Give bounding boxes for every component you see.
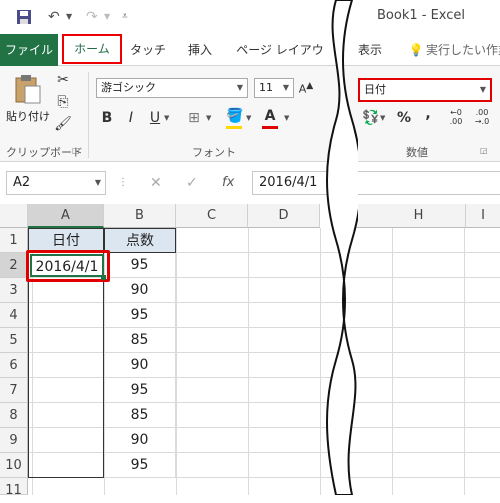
paste-button[interactable]: 貼り付け [6, 108, 50, 124]
chevron-down-icon[interactable]: ▼ [284, 114, 289, 122]
cell-b4[interactable]: 95 [104, 303, 176, 328]
window-title: Book1 - Excel [377, 8, 466, 23]
worksheet-grid[interactable]: A B C D H I 1 2 3 4 5 6 7 8 9 10 11 日付 点… [0, 204, 500, 498]
increase-font-icon[interactable]: A▲ [298, 80, 314, 96]
column-header-i[interactable]: I [466, 204, 500, 228]
row-header[interactable]: 3 [0, 278, 28, 303]
chevron-down-icon[interactable]: ▼ [380, 114, 385, 122]
row-header[interactable]: 9 [0, 428, 28, 453]
borders-icon[interactable]: ⊞ [186, 110, 202, 126]
number-launcher-icon[interactable]: ◲ [480, 146, 488, 155]
insert-function-button[interactable]: fx [222, 175, 234, 190]
number-format-dropdown[interactable]: 日付 ▼ [358, 78, 492, 102]
column-header-d[interactable]: D [248, 204, 320, 228]
ribbon-home: 貼り付け ✂ ⎘ 🖌 クリップボード ◲ 游ゴシック ▼ 11 ▼ A▲ B I U… [0, 66, 500, 162]
font-group-label: フォント [192, 146, 236, 159]
cut-icon[interactable]: ✂ [54, 72, 72, 88]
column-header-h[interactable]: H [356, 204, 466, 228]
percent-style-button[interactable]: % [396, 110, 412, 126]
paste-icon[interactable] [14, 74, 42, 104]
increase-decimal-icon[interactable]: ←0.00 [446, 108, 466, 126]
cell-b2[interactable]: 95 [104, 253, 176, 278]
chevron-down-icon: ▼ [479, 85, 486, 94]
view-break-divider [326, 0, 358, 495]
row-header[interactable]: 2 [0, 253, 28, 278]
more-options-icon: ⋮ [118, 177, 128, 188]
customize-qat-icon[interactable]: ⩡ [122, 6, 128, 28]
row-header[interactable]: 1 [0, 228, 28, 253]
bold-button[interactable]: B [100, 110, 114, 126]
redo-dropdown-icon[interactable]: ▼ [104, 6, 110, 28]
chevron-down-icon[interactable]: ▼ [164, 114, 169, 122]
row-header[interactable]: 5 [0, 328, 28, 353]
cell-b9[interactable]: 90 [104, 428, 176, 453]
comma-style-button[interactable]: , [420, 106, 436, 122]
chevron-down-icon: ▼ [236, 83, 243, 92]
enter-icon[interactable]: ✓ [186, 175, 198, 191]
fill-color-bar [226, 126, 242, 129]
italic-button[interactable]: I [124, 110, 138, 126]
row-header[interactable]: 11 [0, 478, 28, 498]
decrease-decimal-icon[interactable]: .00 →.0 [472, 108, 492, 126]
chevron-down-icon[interactable]: ▼ [206, 114, 211, 122]
cancel-icon[interactable]: ✕ [150, 175, 162, 191]
undo-icon[interactable]: ↶ [48, 6, 60, 28]
font-size-dropdown[interactable]: 11 ▼ [254, 78, 294, 98]
formula-bar: A2 ▼ ⋮ ✕ ✓ fx 2016/4/1 [0, 163, 500, 203]
formula-input[interactable]: 2016/4/1 [252, 171, 500, 195]
chevron-down-icon: ▼ [282, 83, 289, 92]
cell-b7[interactable]: 95 [104, 378, 176, 403]
ribbon-tabs: ファイル ホーム タッチ 挿入 ページ レイアウト 表示 💡 実行したい作業 [0, 34, 500, 89]
accounting-format-icon[interactable]: 💱 [362, 110, 379, 126]
column-header-a[interactable]: A [28, 204, 104, 228]
highlight-box [26, 250, 110, 282]
tell-me-search[interactable]: 実行したい作業 [426, 34, 500, 66]
row-header[interactable]: 8 [0, 403, 28, 428]
redo-icon[interactable]: ↷ [86, 6, 98, 28]
column-header-b[interactable]: B [104, 204, 176, 228]
cell-b1[interactable]: 点数 [104, 228, 176, 253]
undo-dropdown-icon[interactable]: ▼ [66, 6, 72, 28]
format-painter-icon[interactable]: 🖌 [54, 116, 72, 132]
row-header[interactable]: 7 [0, 378, 28, 403]
cell-b5[interactable]: 85 [104, 328, 176, 353]
font-name-dropdown[interactable]: 游ゴシック ▼ [96, 78, 248, 98]
underline-button[interactable]: U [148, 110, 162, 126]
cell-b6[interactable]: 90 [104, 353, 176, 378]
lightbulb-icon: 💡 [408, 43, 424, 57]
tab-insert[interactable]: 挿入 [182, 34, 218, 66]
cell-a-border [28, 253, 104, 478]
copy-icon[interactable]: ⎘ [54, 94, 72, 110]
cell-b10[interactable]: 95 [104, 453, 176, 478]
fill-handle[interactable] [101, 275, 106, 280]
font-color-bar [262, 126, 278, 129]
row-header[interactable]: 4 [0, 303, 28, 328]
cell-b3[interactable]: 90 [104, 278, 176, 303]
save-icon[interactable] [16, 6, 32, 28]
tab-file[interactable]: ファイル [0, 34, 58, 66]
number-group-label: 数値 [406, 146, 428, 159]
font-color-button[interactable]: A [262, 108, 278, 124]
tab-home[interactable]: ホーム [62, 34, 122, 64]
tab-page-layout[interactable]: ページ レイアウト [236, 34, 324, 89]
clipboard-launcher-icon[interactable]: ◲ [72, 146, 80, 155]
cell-b8[interactable]: 85 [104, 403, 176, 428]
fill-color-icon[interactable]: 🪣 [226, 108, 243, 124]
tab-touch[interactable]: タッチ [128, 34, 168, 66]
title-bar: ↶ ▼ ↷ ▼ ⩡ Book1 - Excel [0, 0, 500, 34]
row-header[interactable]: 6 [0, 353, 28, 378]
chevron-down-icon: ▼ [94, 178, 101, 187]
chevron-down-icon[interactable]: ▼ [246, 114, 251, 122]
column-header-c[interactable]: C [176, 204, 248, 228]
row-header[interactable]: 10 [0, 453, 28, 478]
name-box[interactable]: A2 ▼ [6, 171, 106, 195]
select-all-button[interactable] [0, 204, 28, 228]
group-separator [88, 72, 89, 158]
